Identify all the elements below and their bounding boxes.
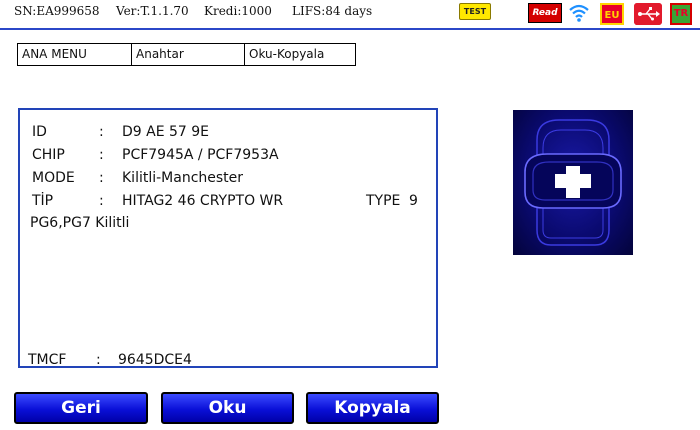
separator: : bbox=[99, 124, 104, 140]
copy-button[interactable]: Kopyala bbox=[306, 392, 439, 424]
separator: : bbox=[99, 147, 104, 163]
breadcrumb: ANA MENU Anahtar Oku-Kopyala bbox=[17, 43, 356, 66]
wifi-icon bbox=[569, 4, 589, 22]
read-icon: Read bbox=[528, 3, 562, 23]
type-label: TYPE bbox=[366, 193, 401, 209]
type-value: 9 bbox=[409, 193, 418, 209]
id-label: ID bbox=[32, 124, 47, 140]
id-value: D9 AE 57 9E bbox=[122, 124, 210, 140]
key-coil-image bbox=[513, 110, 633, 255]
coil-icon bbox=[524, 119, 622, 246]
status-bar: SN:EA999658 Ver:T.1.1.70 Kredi:1000 LIFS… bbox=[0, 0, 700, 28]
tip-value: HITAG2 46 CRYPTO WR bbox=[122, 193, 284, 209]
usb-icon bbox=[634, 3, 662, 25]
eu-flag-icon: EU bbox=[600, 3, 624, 25]
separator: : bbox=[99, 170, 104, 186]
read-button[interactable]: Oku bbox=[161, 392, 294, 424]
credit-label: Kredi:1000 bbox=[204, 4, 272, 18]
lifs-label: LIFS:84 days bbox=[292, 4, 373, 18]
separator: : bbox=[96, 352, 101, 368]
mode-value: Kilitli-Manchester bbox=[122, 170, 244, 186]
status-bar-divider bbox=[0, 28, 700, 30]
transponder-info-panel: ID : D9 AE 57 9E CHIP : PCF7945A / PCF79… bbox=[18, 108, 438, 368]
back-button[interactable]: Geri bbox=[14, 392, 148, 424]
tr-flag-icon: TR bbox=[670, 3, 692, 25]
chip-value: PCF7945A / PCF7953A bbox=[122, 147, 279, 163]
breadcrumb-oku-kopyala: Oku-Kopyala bbox=[249, 47, 325, 61]
serial-number: SN:EA999658 bbox=[14, 4, 100, 18]
tmcf-label: TMCF bbox=[28, 352, 67, 368]
mode-label: MODE bbox=[32, 170, 75, 186]
chip-label: CHIP bbox=[32, 147, 65, 163]
page-lock-note: PG6,PG7 Kilitli bbox=[30, 215, 130, 231]
tmcf-value: 9645DCE4 bbox=[118, 352, 192, 368]
separator: : bbox=[99, 193, 104, 209]
tip-label: TİP bbox=[32, 193, 54, 209]
version-label: Ver:T.1.1.70 bbox=[116, 4, 189, 18]
test-badge[interactable]: TEST bbox=[459, 3, 491, 20]
breadcrumb-anahtar[interactable]: Anahtar bbox=[132, 44, 245, 65]
breadcrumb-ana-menu[interactable]: ANA MENU bbox=[18, 44, 132, 65]
